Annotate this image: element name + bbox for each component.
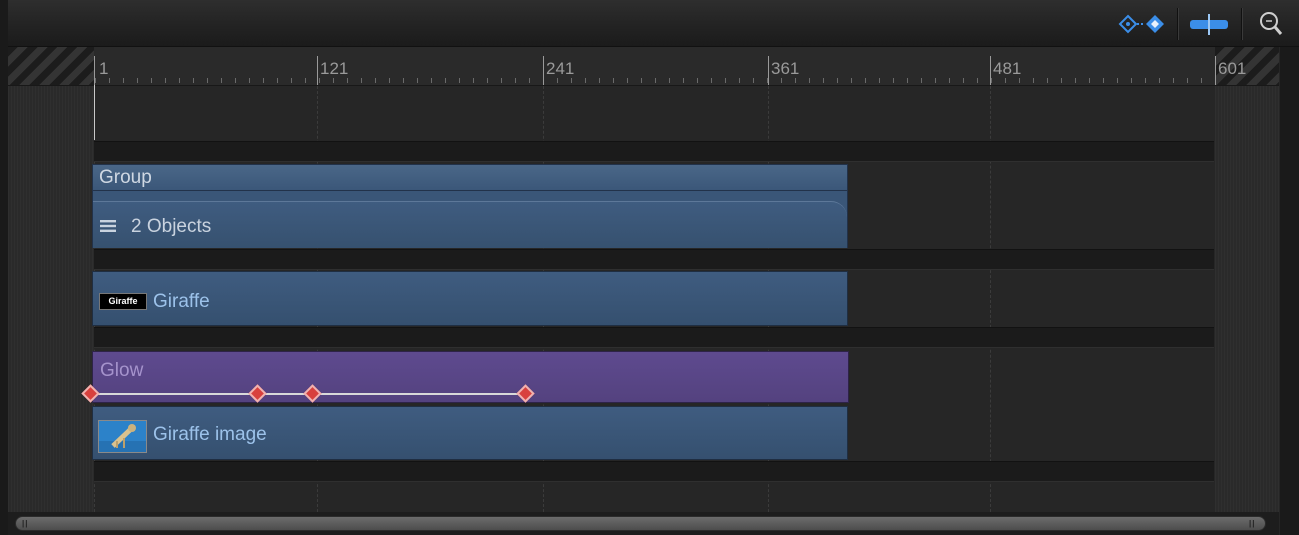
timeline-toolbar — [0, 0, 1299, 47]
ruler-major-tick — [768, 56, 769, 85]
group-label: Group — [99, 167, 152, 188]
track-separator — [94, 249, 1214, 270]
out-of-range-area-left — [8, 86, 94, 512]
track-separator — [94, 141, 1214, 162]
zoom-button[interactable] — [1255, 8, 1287, 40]
right-side-gutter — [1280, 47, 1299, 535]
ruler-label: 481 — [993, 59, 1022, 78]
ruler-label: 1 — [99, 59, 109, 78]
ruler-major-tick — [94, 56, 95, 85]
horizontal-scrollbar[interactable]: || || — [8, 512, 1279, 535]
out-of-range-area-right — [1215, 86, 1279, 512]
window-left-border — [0, 0, 8, 535]
scroll-grip-left-icon: || — [22, 519, 29, 528]
glow-label: Glow — [100, 360, 144, 381]
ruler-label: 121 — [320, 59, 349, 78]
ruler-out-of-range-left — [8, 47, 94, 85]
zoom-magnifier-icon — [1260, 12, 1283, 35]
toolbar-separator — [1241, 8, 1243, 40]
ruler-label: 241 — [546, 59, 575, 78]
keyframe-diamonds-icon — [1118, 14, 1164, 34]
ruler-minor-ticks — [95, 78, 1215, 83]
text-thumbnail: Giraffe — [99, 293, 147, 310]
group-objects-bar[interactable]: 2 Objects — [92, 191, 848, 248]
track-separator — [94, 327, 1214, 348]
giraffe-image-clip[interactable]: Giraffe image — [92, 406, 848, 460]
scrollbar-thumb[interactable]: || || — [15, 516, 1266, 531]
list-icon — [100, 220, 116, 232]
track-separator — [94, 461, 1214, 482]
ruler-major-tick — [1215, 56, 1216, 85]
toolbar-separator — [1177, 8, 1179, 40]
frame-ruler[interactable]: 1 121 241 361 481 601 — [8, 47, 1279, 86]
giraffe-text-label: Giraffe — [153, 291, 210, 312]
ruler-label: 361 — [771, 59, 800, 78]
ruler-label: 601 — [1218, 59, 1247, 78]
timeline-window: 1 121 241 361 481 601 Group 2 Objects Gi… — [0, 0, 1299, 535]
group-track-header[interactable]: Group — [92, 164, 848, 191]
giraffe-text-clip[interactable]: Giraffe — [92, 271, 848, 326]
glow-filter-clip[interactable]: Glow — [92, 351, 849, 403]
show-audio-bar-button[interactable] — [1188, 8, 1230, 40]
playhead[interactable] — [94, 85, 95, 140]
audio-bar-icon — [1190, 14, 1228, 35]
group-objects-count: 2 Objects — [131, 216, 212, 237]
giraffe-image-label: Giraffe image — [153, 424, 267, 445]
scroll-grip-right-icon: || — [1249, 519, 1256, 528]
ruler-major-tick — [317, 56, 318, 85]
image-thumbnail-icon — [98, 420, 147, 453]
ruler-major-tick — [543, 56, 544, 85]
show-keyframes-button[interactable] — [1117, 8, 1169, 40]
ruler-major-tick — [990, 56, 991, 85]
